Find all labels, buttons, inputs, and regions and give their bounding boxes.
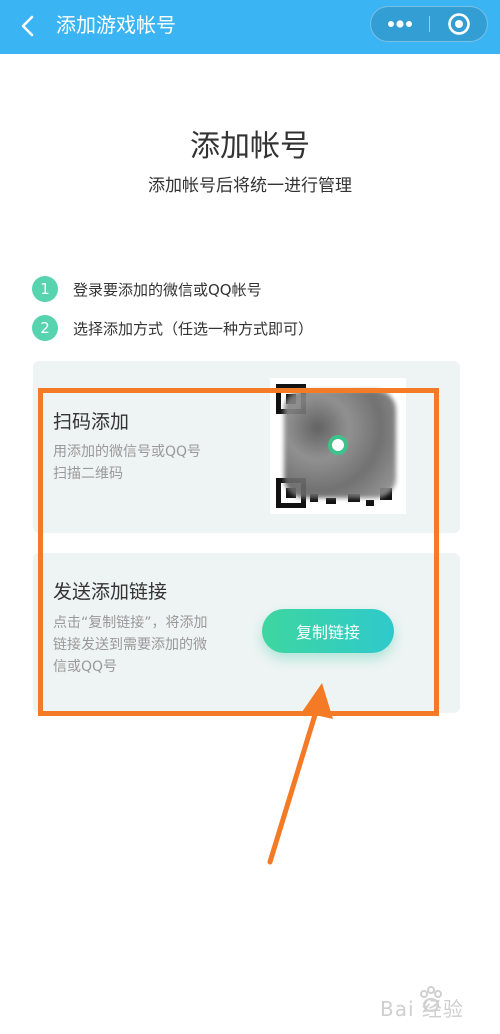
baidu-watermark: Bai 经验 [380,975,495,1030]
watermark-text: Bai 经验 [380,997,464,1021]
annotation-arrow-icon [267,683,333,865]
